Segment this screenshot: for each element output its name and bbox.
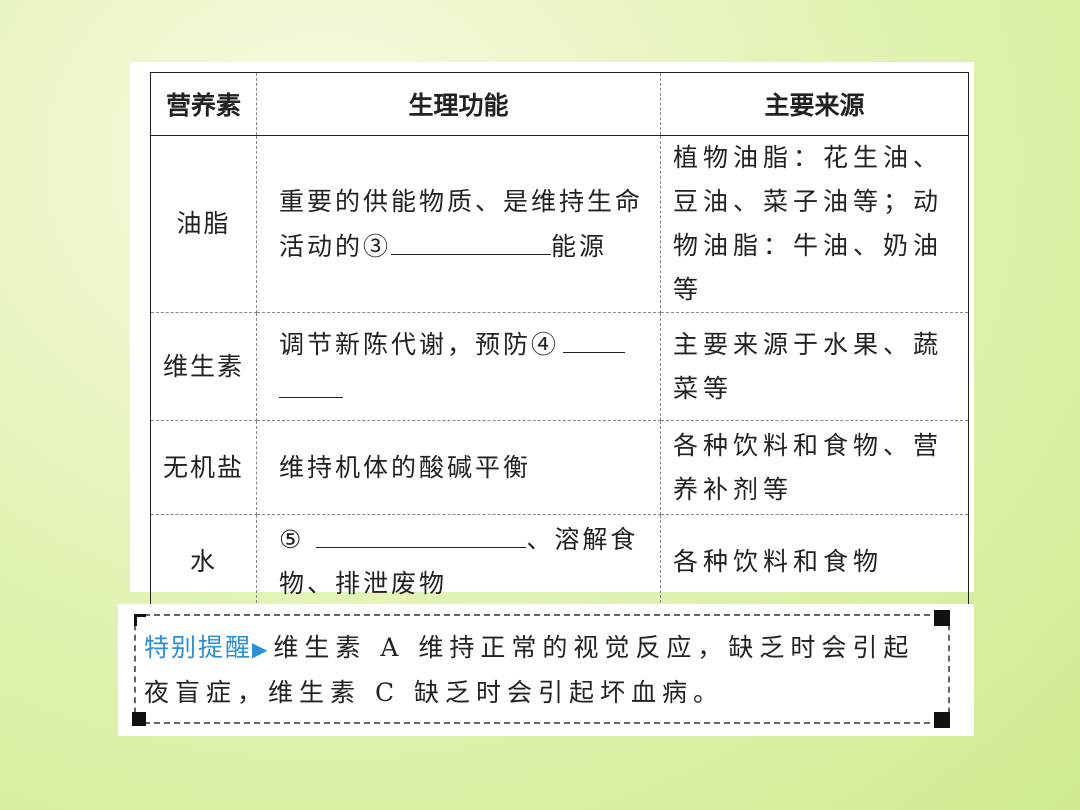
corner-mark-top-right [934,610,950,626]
cell-source: 各种饮料和食物、营养补剂等 [660,420,969,515]
special-reminder-label: 特别提醒 [144,633,253,662]
cell-function: 维持机体的酸碱平衡 [256,420,661,515]
table-row: 油脂 重要的供能物质、是维持生命活动的③ 能源 植物油脂：花生油、豆油、菜子油等；… [150,135,969,313]
function-text: 调节新陈代谢，预防④ [279,329,560,359]
nutrient-table: 营养素 生理功能 主要来源 油脂 重要的供能物质、是维持生命活动的③ 能源 植物油… [150,72,969,609]
fill-blank-5 [316,517,527,548]
table-row: 维生素 调节新陈代谢，预防④ 主要来源于水果、蔬菜等 [150,312,969,421]
nutrient-table-card: 营养素 生理功能 主要来源 油脂 重要的供能物质、是维持生命活动的③ 能源 植物油… [130,62,974,609]
cell-function: 重要的供能物质、是维持生命活动的③ 能源 [256,135,661,313]
cell-function: ⑤ 、溶解食物、排泄废物 [256,514,661,609]
header-nutrient: 营养素 [150,72,257,136]
fill-blank-4 [563,322,626,353]
special-reminder-card: 特别提醒▶维生素 A 维持正常的视觉反应，缺乏时会引起夜盲症，维生素 C 缺乏时… [118,604,974,736]
table-header-row: 营养素 生理功能 主要来源 [150,72,969,136]
cell-function: 调节新陈代谢，预防④ [256,312,661,421]
cell-source: 植物油脂：花生油、豆油、菜子油等；动物油脂：牛油、奶油等 [660,135,969,313]
fill-blank-3 [391,224,552,255]
function-text-after: 能源 [551,231,608,261]
cell-nutrient: 水 [150,514,257,609]
cell-nutrient: 无机盐 [150,420,257,515]
table-row: 无机盐 维持机体的酸碱平衡 各种饮料和食物、营养补剂等 [150,420,969,515]
fill-blank-4-cont [279,367,343,398]
function-text: 维持机体的酸碱平衡 [279,452,532,482]
table-row: 水 ⑤ 、溶解食物、排泄废物 各种饮料和食物 [150,514,969,609]
cell-nutrient: 维生素 [150,312,257,421]
corner-mark-top-left-v [134,614,137,626]
play-arrow-icon: ▶ [252,637,274,661]
cell-source: 主要来源于水果、蔬菜等 [660,312,969,421]
special-reminder-text: 特别提醒▶维生素 A 维持正常的视觉反应，缺乏时会引起夜盲症，维生素 C 缺乏时… [144,626,934,715]
cell-nutrient: 油脂 [150,135,257,313]
header-function: 生理功能 [256,72,661,136]
function-text: ⑤ [279,525,305,554]
header-source: 主要来源 [660,72,969,136]
corner-mark-bottom-right [934,712,950,728]
cell-source: 各种饮料和食物 [660,514,969,609]
